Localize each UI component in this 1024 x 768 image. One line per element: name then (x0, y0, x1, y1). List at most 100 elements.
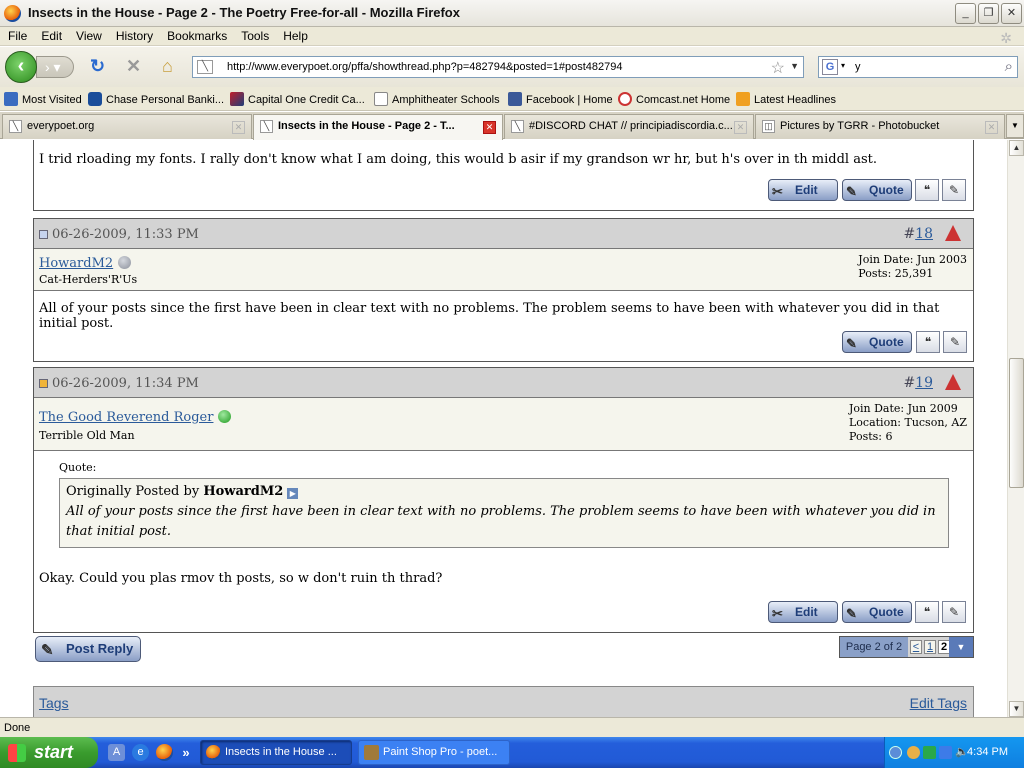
menu-view[interactable]: View (68, 27, 108, 43)
scroll-up-icon[interactable]: ▲ (1009, 140, 1024, 156)
page-menu-dropdown-icon[interactable]: ▼ (949, 637, 973, 657)
quote-text: All of your posts since the first have b… (66, 504, 936, 539)
close-tab-icon[interactable]: ✕ (985, 121, 998, 134)
quote-button[interactable]: ✎ Quote (842, 601, 912, 623)
tab-insects-in-the-house[interactable]: ╲ Insects in the House - Page 2 - T... ✕ (253, 114, 503, 140)
bookmark-comcast[interactable]: Comcast.net Home (618, 92, 730, 106)
bookmarks-toolbar: Most Visited Chase Personal Banki... Cap… (0, 87, 1024, 111)
bookmark-latest-headlines[interactable]: Latest Headlines (736, 92, 836, 106)
tab-list-dropdown-icon[interactable]: ▼ (1006, 114, 1024, 138)
tab-bar: ╲ everypoet.org ✕ ╲ Insects in the House… (0, 112, 1024, 140)
view-post-arrow-icon[interactable]: ▶ (287, 488, 299, 499)
menu-file[interactable]: File (0, 27, 33, 43)
scissors-icon: ✂ (772, 184, 783, 199)
username-link[interactable]: The Good Reverend Roger (39, 410, 232, 425)
bookmark-most-visited[interactable]: Most Visited (4, 92, 82, 106)
network-globe-icon[interactable] (907, 746, 920, 759)
page-icon (374, 92, 388, 106)
tray-app-icon[interactable] (923, 746, 936, 759)
menu-history[interactable]: History (108, 27, 159, 43)
start-button[interactable]: start (0, 737, 98, 768)
url-text[interactable]: http://www.everypoet.org/pffa/showthread… (227, 61, 622, 73)
post-number-link[interactable]: 18 (915, 226, 933, 242)
quote-heading: Quote: (59, 461, 97, 474)
menu-tools[interactable]: Tools (233, 27, 275, 43)
post-number-link[interactable]: 19 (915, 375, 933, 391)
post-reply-button[interactable]: ✎ Post Reply (35, 636, 141, 662)
home-icon[interactable]: ⌂ (162, 57, 173, 75)
status-text: Done (4, 722, 31, 734)
tray-monitor-icon[interactable] (939, 746, 952, 759)
vertical-scrollbar[interactable]: ▲ ▼ (1007, 140, 1024, 717)
close-tab-icon[interactable]: ✕ (734, 121, 747, 134)
quote-button[interactable]: ✎ Quote (842, 179, 912, 201)
bookmark-facebook[interactable]: Facebook | Home (508, 92, 613, 106)
search-icon[interactable]: ⌕ (1005, 58, 1013, 75)
taskbar-item-paint-shop-pro[interactable]: Paint Shop Pro - poet... (358, 740, 510, 765)
multi-quote-button[interactable]: ❝ (915, 179, 939, 201)
search-engine-icon[interactable]: G (822, 59, 838, 75)
menu-help[interactable]: Help (275, 27, 314, 43)
page-1-link[interactable]: 1 (924, 640, 936, 654)
forward-button[interactable]: › ▾ (36, 56, 74, 78)
username-link[interactable]: HowardM2 (39, 256, 132, 271)
bookmark-capital-one[interactable]: Capital One Credit Ca... (230, 92, 365, 106)
multi-quote-button[interactable]: ❝ (915, 601, 939, 623)
edit-button[interactable]: ✂ Edit (768, 179, 838, 201)
quicklaunch-more[interactable]: » (180, 744, 192, 761)
quote-button[interactable]: ✎ Quote (842, 331, 912, 353)
url-bar[interactable]: ╲ http://www.everypoet.org/pffa/showthre… (192, 56, 804, 78)
search-engine-dropdown-icon[interactable]: ▾ (841, 61, 845, 70)
post-17: I trid rloading my fonts. I rally don't … (33, 140, 974, 211)
close-tab-icon[interactable]: ✕ (483, 121, 496, 134)
prev-page-link[interactable]: < (910, 640, 922, 654)
post-body: All of your posts since the first have b… (39, 301, 940, 331)
url-dropdown-icon[interactable]: ▼ (790, 61, 799, 71)
bookmark-amphitheater[interactable]: Amphitheater Schools (374, 92, 500, 106)
tray-expand-icon[interactable] (889, 746, 902, 759)
reload-icon[interactable]: ↻ (90, 57, 105, 75)
quick-reply-button[interactable]: ✎ (942, 601, 966, 623)
user-title: Terrible Old Man (39, 429, 135, 442)
user-info: The Good Reverend Roger Terrible Old Man… (34, 398, 973, 451)
tags-link[interactable]: Tags (39, 695, 69, 711)
multi-quote-button[interactable]: ❝ (916, 331, 940, 353)
menu-edit[interactable]: Edit (33, 27, 68, 43)
quick-reply-button[interactable]: ✎ (943, 331, 967, 353)
tab-favicon-icon: ╲ (511, 120, 524, 133)
tab-discord-chat[interactable]: ╲ #DISCORD CHAT // principiadiscordia.c.… (504, 114, 754, 139)
pagination: Page 2 of 2 < 1 2 ▼ (839, 636, 974, 658)
back-button[interactable]: ‹ (5, 51, 37, 83)
quote-icon: ✎ (846, 606, 857, 621)
user-stats: Join Date: Jun 2003 Posts: 25,391 (858, 253, 967, 281)
bookmark-star-icon[interactable]: ☆ (771, 58, 785, 78)
taskbar-item-firefox[interactable]: Insects in the House ... (200, 740, 352, 765)
search-input[interactable]: y (855, 61, 861, 73)
bookmark-chase[interactable]: Chase Personal Banki... (88, 92, 224, 106)
close-tab-icon[interactable]: ✕ (232, 121, 245, 134)
maximize-button[interactable]: ❐ (978, 3, 999, 24)
firefox-quicklaunch-icon[interactable] (156, 744, 173, 761)
report-post-icon[interactable] (945, 374, 961, 390)
post-reply-icon: ✎ (41, 642, 54, 659)
system-tray: 🔈 4:34 PM (884, 737, 1024, 768)
internet-explorer-icon[interactable]: e (132, 744, 149, 761)
tab-everypoet[interactable]: ╲ everypoet.org ✕ (2, 114, 252, 139)
quicklaunch-app-icon[interactable]: A (108, 744, 125, 761)
minimize-button[interactable]: _ (955, 3, 976, 24)
tab-favicon-icon: ╲ (9, 120, 22, 133)
quick-reply-button[interactable]: ✎ (942, 179, 966, 201)
close-window-button[interactable]: ✕ (1001, 3, 1022, 24)
scroll-down-icon[interactable]: ▼ (1009, 701, 1024, 717)
tab-photobucket[interactable]: ◫ Pictures by TGRR - Photobucket ✕ (755, 114, 1005, 139)
post-status-icon (39, 379, 48, 388)
edit-button[interactable]: ✂ Edit (768, 601, 838, 623)
search-box[interactable]: G ▾ y ⌕ (818, 56, 1018, 78)
stop-icon[interactable]: ✕ (126, 57, 141, 75)
status-bar: Done (0, 717, 1024, 737)
menu-bookmarks[interactable]: Bookmarks (159, 27, 233, 43)
edit-tags-link[interactable]: Edit Tags (910, 695, 967, 711)
post-number: #19 (903, 375, 933, 391)
scroll-thumb[interactable] (1009, 358, 1024, 488)
report-post-icon[interactable] (945, 225, 961, 241)
